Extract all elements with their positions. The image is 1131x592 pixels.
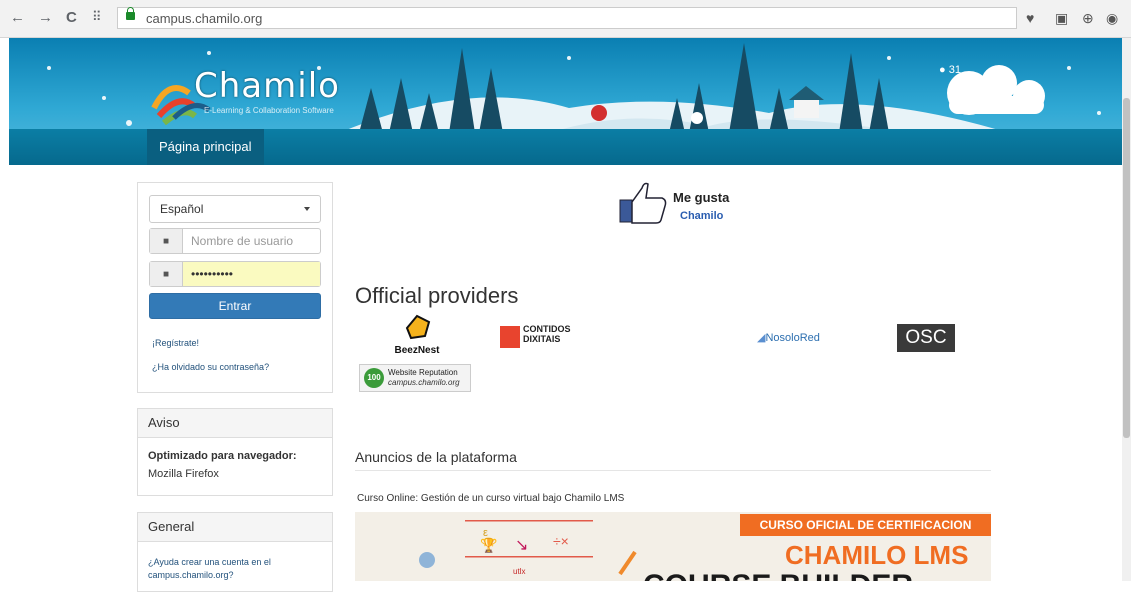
browser-toolbar: ← → C ⠿ campus.chamilo.org ♥ ▣ ⊕ ◉ <box>0 0 1131 38</box>
notice-title: Aviso <box>138 409 332 438</box>
forward-button[interactable]: → <box>38 9 53 26</box>
provider-beeznest[interactable]: BeezNest <box>393 314 441 356</box>
website-reputation-badge[interactable]: 100 Website Reputation campus.chamilo.or… <box>359 364 471 392</box>
contidos-logo-icon <box>500 326 520 348</box>
user-icon: ● <box>939 64 946 76</box>
announcement-banner-subtitle: COURSE BUILDER <box>643 569 913 581</box>
general-panel: General ¿Ayuda crear una cuenta en el ca… <box>137 512 333 592</box>
scrollbar-thumb[interactable] <box>1123 98 1130 438</box>
announcement-banner-image[interactable]: ε 🏆 ↘ ÷× utlx CURSO OFICIAL DE CERTIFICA… <box>355 512 991 581</box>
url-text: campus.chamilo.org <box>146 11 263 26</box>
online-users-value: 31 <box>948 64 961 76</box>
provider-nosolored[interactable]: ◢NosoloRed <box>757 331 820 344</box>
apps-icon[interactable]: ⠿ <box>92 9 102 25</box>
main-nav: Página principal <box>9 129 1122 165</box>
announcement-banner-title: CHAMILO LMS <box>785 540 969 570</box>
svg-text:utlx: utlx <box>513 567 525 576</box>
reputation-line1: Website Reputation <box>388 368 458 377</box>
beeznest-logo-icon <box>405 314 431 340</box>
back-button[interactable]: ← <box>10 9 25 26</box>
forgot-password-link[interactable]: ¿Ha olvidado su contraseña? <box>152 362 269 372</box>
announcements-heading: Anuncios de la plataforma <box>355 449 517 465</box>
login-button[interactable]: Entrar <box>149 293 321 319</box>
site-banner: Chamilo E-Learning & Collaboration Softw… <box>9 38 1122 165</box>
provider-beeznest-label: BeezNest <box>394 345 440 356</box>
username-field[interactable]: ■ Nombre de usuario <box>149 228 321 254</box>
notice-panel: Aviso Optimizado para navegador: Mozilla… <box>137 408 333 496</box>
provider-nosolored-label: NosoloRed <box>765 332 820 344</box>
heart-icon[interactable]: ♥ <box>1026 10 1034 26</box>
provider-osc[interactable]: OSC <box>897 324 955 352</box>
help-link[interactable]: ¿Ayuda crear una cuenta en el campus.cha… <box>148 557 271 580</box>
page-scrollbar[interactable] <box>1122 38 1131 581</box>
thumbs-up-icon <box>619 182 667 224</box>
profile-icon[interactable]: ◉ <box>1106 10 1118 27</box>
svg-text:÷×: ÷× <box>553 533 569 549</box>
language-select[interactable]: Español <box>149 195 321 223</box>
online-users-count[interactable]: ● 31 <box>939 64 961 76</box>
general-title: General <box>138 513 332 542</box>
download-icon[interactable]: ⊕ <box>1082 10 1094 27</box>
password-field[interactable]: ■ •••••••••• <box>149 261 321 287</box>
password-input[interactable]: •••••••••• <box>183 262 320 286</box>
like-brand: Chamilo <box>680 210 724 222</box>
reload-button[interactable]: C <box>66 9 77 26</box>
username-input[interactable]: Nombre de usuario <box>183 229 320 253</box>
logo-tagline: E-Learning & Collaboration Software <box>204 106 334 115</box>
user-icon: ■ <box>150 229 183 253</box>
provider-contidos-label: CONTIDOS DIXITAIS <box>523 324 571 344</box>
nav-home[interactable]: Página principal <box>147 129 264 165</box>
register-link[interactable]: ¡Regístrate! <box>152 338 199 348</box>
notice-browser: Mozilla Firefox <box>148 468 219 480</box>
address-bar[interactable]: campus.chamilo.org <box>117 7 1017 29</box>
logo[interactable]: Chamilo <box>194 66 340 106</box>
providers-heading: Official providers <box>355 283 519 308</box>
announcement-title[interactable]: Curso Online: Gestión de un curso virtua… <box>357 493 624 504</box>
caret-down-icon <box>304 207 310 211</box>
login-form: Español ■ Nombre de usuario ■ ••••••••••… <box>137 182 333 393</box>
facebook-like-widget[interactable]: Me gusta Chamilo <box>618 180 729 230</box>
lock-icon <box>126 7 135 20</box>
divider <box>355 470 991 471</box>
reputation-score: 100 <box>364 368 384 388</box>
extension-icon[interactable]: ▣ <box>1055 10 1068 27</box>
svg-text:↘: ↘ <box>515 537 528 554</box>
language-value: Español <box>160 202 204 216</box>
notice-heading: Optimizado para navegador: <box>148 450 297 462</box>
reputation-line2: campus.chamilo.org <box>388 378 460 387</box>
svg-text:🏆: 🏆 <box>480 537 498 554</box>
provider-contidos[interactable]: CONTIDOS DIXITAIS <box>500 322 590 352</box>
lock-icon: ■ <box>150 262 183 286</box>
like-label: Me gusta <box>673 190 730 205</box>
announcement-badge: CURSO OFICIAL DE CERTIFICACION <box>740 514 991 536</box>
